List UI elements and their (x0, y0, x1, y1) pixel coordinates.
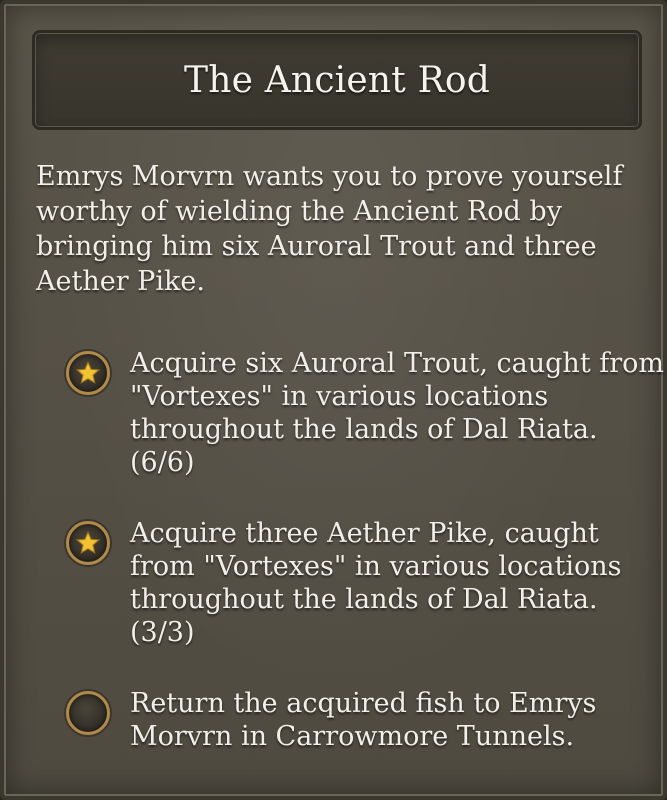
objective-text: Acquire six Auroral Trout, caught from "… (130, 348, 665, 478)
star-icon (66, 521, 110, 565)
quest-title: The Ancient Rod (183, 59, 491, 101)
objective-text: Acquire three Aether Pike, caught from "… (130, 518, 622, 648)
objective-text: Return the acquired fish to Emrys Morvrn… (130, 688, 597, 752)
star-icon-glyph (75, 360, 101, 384)
empty-ring-icon (66, 691, 110, 735)
quest-description: Emrys Morvrn wants you to prove yourself… (36, 161, 623, 297)
quest-title-bar: The Ancient Rod (32, 30, 642, 130)
star-icon-glyph (75, 530, 101, 554)
star-icon (66, 351, 110, 395)
quest-panel: The Ancient Rod Emrys Morvrn wants you t… (0, 0, 667, 800)
